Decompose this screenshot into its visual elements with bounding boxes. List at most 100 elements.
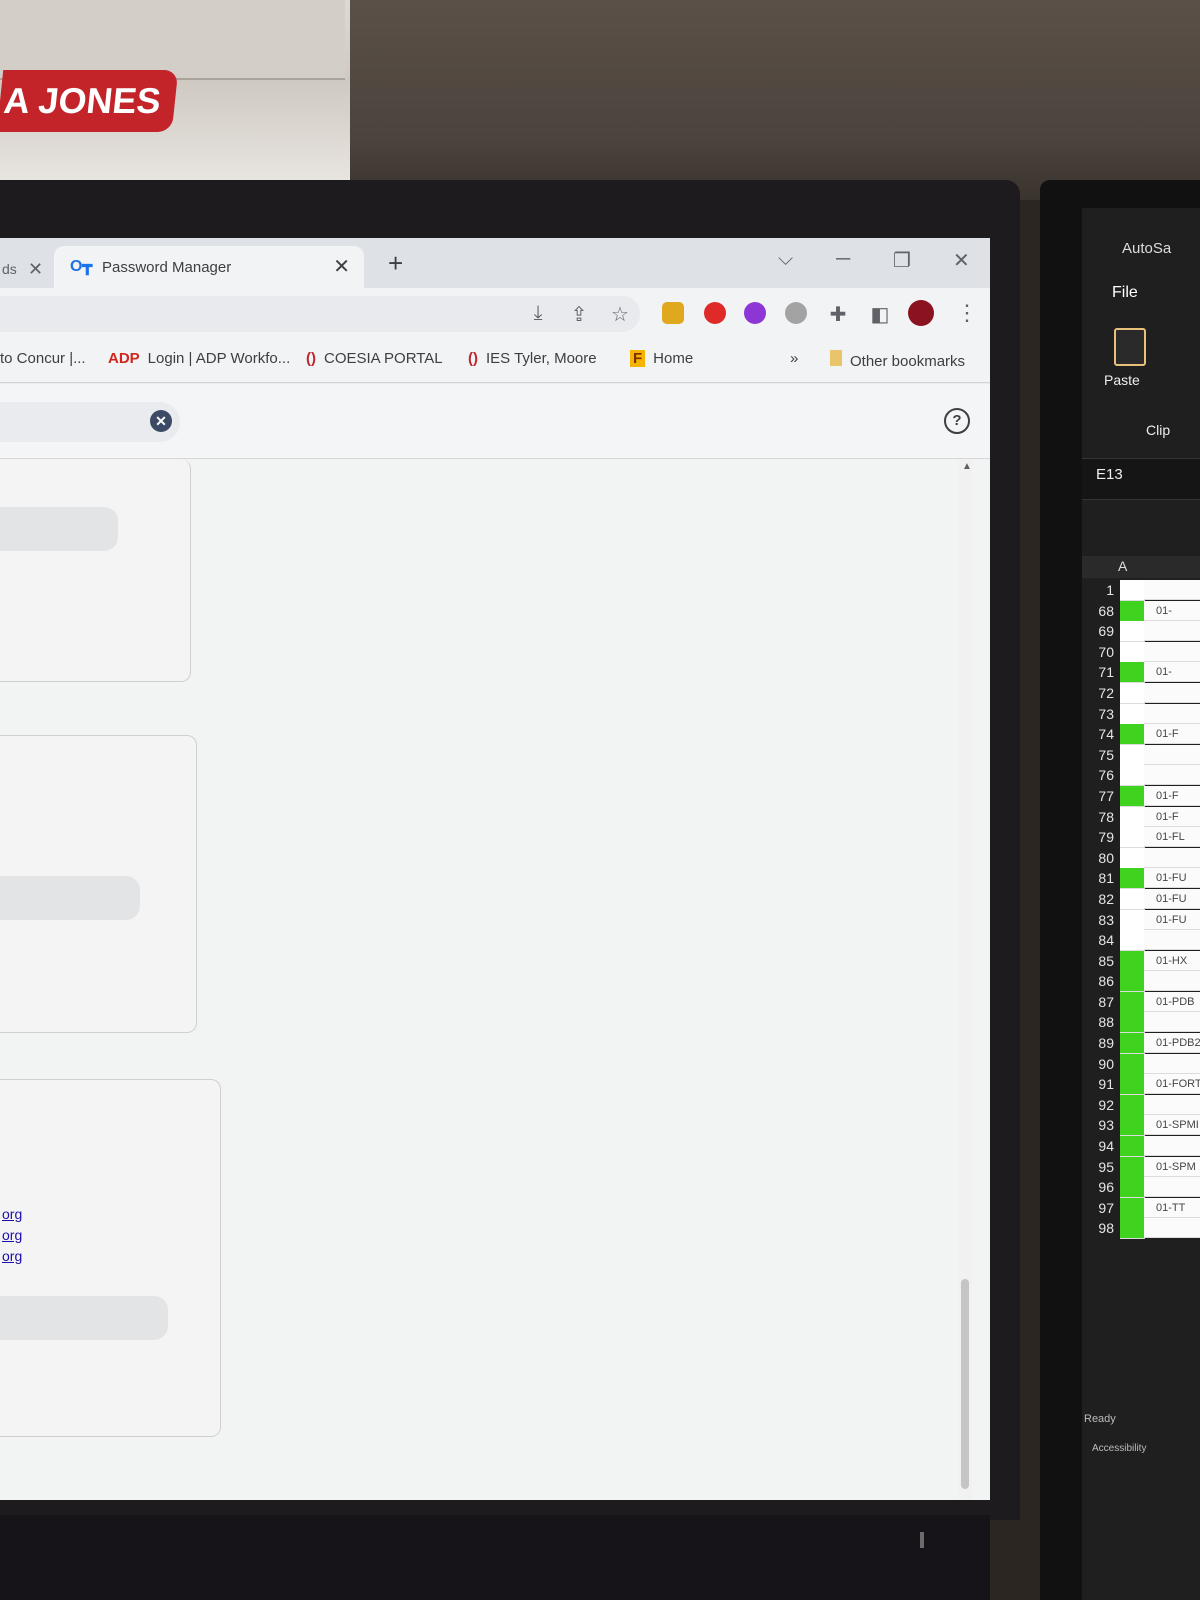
row-number[interactable]: 71 — [1082, 662, 1118, 683]
autosave-label[interactable]: AutoSa — [1122, 240, 1171, 257]
column-header-a[interactable]: A — [1118, 558, 1127, 574]
row-number[interactable]: 77 — [1082, 785, 1118, 806]
cell-b[interactable]: 01-FORTI — [1144, 1074, 1200, 1095]
row-number[interactable]: 81 — [1082, 868, 1118, 889]
grey-extension-icon[interactable] — [785, 302, 807, 324]
cell-a[interactable] — [1120, 580, 1145, 601]
row-number[interactable]: 82 — [1082, 888, 1118, 909]
more-bookmarks-button[interactable]: » — [790, 350, 798, 367]
cell-a[interactable] — [1120, 1012, 1145, 1034]
cell-b[interactable]: 01- — [1144, 662, 1200, 683]
red-extension-icon[interactable] — [704, 302, 726, 324]
bookmark-ies[interactable]: () IES Tyler, Moore — [468, 350, 597, 367]
file-tab[interactable]: File — [1112, 284, 1138, 302]
cell-b[interactable]: 01-HX — [1144, 950, 1200, 971]
clear-search-button[interactable]: ✕ — [150, 410, 172, 432]
row-number[interactable]: 89 — [1082, 1033, 1118, 1054]
row-number[interactable]: 95 — [1082, 1156, 1118, 1177]
cell-b[interactable] — [1144, 580, 1200, 600]
row-number[interactable]: 86 — [1082, 971, 1118, 992]
cell-b[interactable]: 01-FU — [1144, 868, 1200, 889]
cell-a[interactable] — [1120, 950, 1145, 972]
cell-a[interactable] — [1120, 600, 1145, 622]
cell-a[interactable] — [1120, 1136, 1145, 1158]
bookmark-other[interactable]: Other bookmarks — [830, 350, 965, 370]
bookmark-coesia[interactable]: () COESIA PORTAL — [306, 350, 443, 367]
star-icon[interactable]: ☆ — [608, 302, 632, 327]
cell-a[interactable] — [1120, 991, 1145, 1013]
cell-b[interactable]: 01-SPM — [1144, 1156, 1200, 1177]
menu-icon[interactable]: ⋮ — [956, 300, 978, 326]
scrollbar-thumb[interactable] — [961, 1279, 969, 1489]
cell-a[interactable] — [1120, 827, 1145, 849]
cell-a[interactable] — [1120, 909, 1145, 931]
row-number[interactable]: 84 — [1082, 930, 1118, 951]
cell-a[interactable] — [1120, 1156, 1145, 1178]
cell-b[interactable]: 01-FU — [1144, 888, 1200, 909]
row-number[interactable]: 97 — [1082, 1197, 1118, 1218]
cell-b[interactable] — [1144, 847, 1200, 868]
cell-a[interactable] — [1120, 1197, 1145, 1219]
cell-a[interactable] — [1120, 1115, 1145, 1137]
cell-a[interactable] — [1120, 641, 1145, 663]
cell-a[interactable] — [1120, 868, 1145, 890]
password-card[interactable] — [0, 459, 191, 682]
cell-b[interactable]: 01-FU — [1144, 909, 1200, 930]
cell-b[interactable]: 01-PDB — [1144, 991, 1200, 1012]
cell-b[interactable] — [1144, 1218, 1200, 1239]
cell-a[interactable] — [1120, 806, 1145, 828]
row-number[interactable]: 94 — [1082, 1136, 1118, 1157]
cell-a[interactable] — [1120, 1053, 1145, 1075]
row-number[interactable]: 76 — [1082, 765, 1118, 786]
cell-b[interactable]: 01-F — [1144, 806, 1200, 827]
cell-a[interactable] — [1120, 621, 1145, 643]
purple-extension-icon[interactable] — [744, 302, 766, 324]
cell-a[interactable] — [1120, 662, 1145, 684]
bookmark-adp[interactable]: ADP Login | ADP Workfo... — [108, 350, 290, 367]
cell-a[interactable] — [1120, 1177, 1145, 1199]
row-number[interactable]: 98 — [1082, 1218, 1118, 1239]
sidepanel-icon[interactable]: ◧ — [868, 302, 892, 327]
cell-b[interactable] — [1144, 621, 1200, 642]
cell-b[interactable]: 01-PDB2 — [1144, 1033, 1200, 1054]
cell-b[interactable] — [1144, 682, 1200, 703]
row-number[interactable]: 74 — [1082, 724, 1118, 745]
cell-a[interactable] — [1120, 930, 1145, 952]
tab-search-icon[interactable]: ⌵ — [778, 248, 793, 271]
cell-a[interactable] — [1120, 1074, 1145, 1096]
download-icon[interactable]: ⤓ — [526, 302, 550, 325]
cell-b[interactable] — [1144, 765, 1200, 786]
row-number[interactable]: 87 — [1082, 991, 1118, 1012]
cell-b[interactable] — [1144, 1053, 1200, 1074]
cell-a[interactable] — [1120, 1094, 1145, 1116]
password-card[interactable]: org org org — [0, 1079, 221, 1437]
row-number[interactable]: 1 — [1082, 580, 1118, 600]
cell-b[interactable] — [1144, 930, 1200, 951]
row-number[interactable]: 93 — [1082, 1115, 1118, 1136]
restore-button[interactable]: ❐ — [893, 248, 911, 273]
cell-b[interactable]: 01-SPMI — [1144, 1115, 1200, 1136]
cell-a[interactable] — [1120, 724, 1145, 746]
cell-b[interactable] — [1144, 1094, 1200, 1115]
cell-a[interactable] — [1120, 785, 1145, 807]
row-number[interactable]: 70 — [1082, 641, 1118, 662]
row-number[interactable]: 88 — [1082, 1012, 1118, 1033]
cell-b[interactable] — [1144, 744, 1200, 765]
cell-b[interactable] — [1144, 641, 1200, 662]
row-number[interactable]: 85 — [1082, 950, 1118, 971]
row-number[interactable]: 96 — [1082, 1177, 1118, 1198]
cell-b[interactable] — [1144, 971, 1200, 992]
row-number[interactable]: 80 — [1082, 847, 1118, 868]
row-number[interactable]: 78 — [1082, 806, 1118, 827]
row-number[interactable]: 83 — [1082, 909, 1118, 930]
site-link[interactable]: org — [2, 1206, 22, 1222]
minimize-button[interactable]: ─ — [836, 248, 850, 271]
cell-a[interactable] — [1120, 971, 1145, 993]
tab-previous[interactable]: ds ✕ — [0, 250, 50, 288]
row-number[interactable]: 92 — [1082, 1094, 1118, 1115]
accessibility-status[interactable]: Accessibility — [1092, 1443, 1146, 1454]
bookmark-home[interactable]: F Home — [630, 350, 693, 367]
cell-a[interactable] — [1120, 847, 1145, 869]
close-icon[interactable]: ✕ — [28, 250, 43, 288]
help-button[interactable]: ? — [944, 408, 970, 434]
